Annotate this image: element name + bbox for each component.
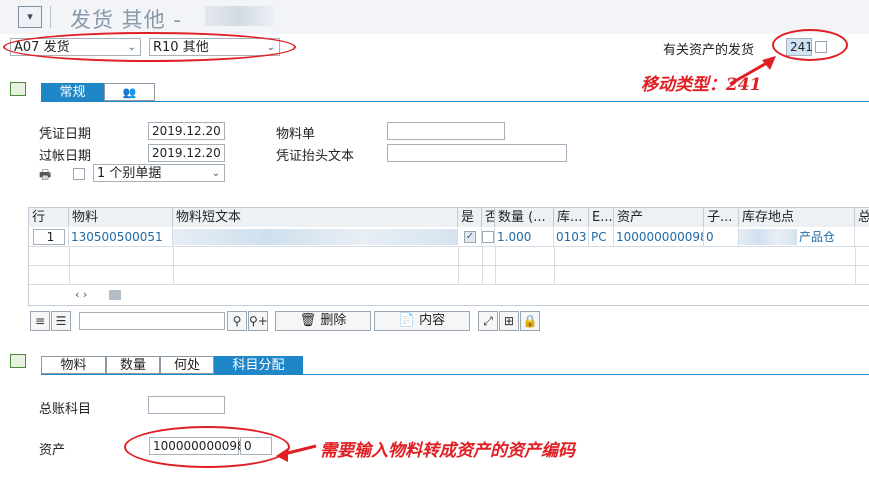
tab-general[interactable]: 常规 xyxy=(41,83,104,101)
tab-partners[interactable]: 👥 xyxy=(104,83,155,101)
hierarchy-icon[interactable]: ⊞ xyxy=(499,311,519,331)
line-number-field[interactable]: 1 xyxy=(33,229,65,245)
check-icon: ✓ xyxy=(464,231,476,243)
plant-cell[interactable]: 0103 xyxy=(554,228,589,246)
deselect-all-icon[interactable]: ☰ xyxy=(51,311,71,331)
annotation-ellipse-header xyxy=(3,32,296,62)
gl-account-label: 总账科目 xyxy=(39,402,92,417)
menu-icon[interactable]: ▾ xyxy=(18,6,42,28)
content-button-label: 内容 xyxy=(419,313,446,328)
tab-material[interactable]: 物料 xyxy=(41,356,106,374)
printer-icon[interactable]: 🖶 xyxy=(39,166,51,188)
print-version-value: 1 个别单据 xyxy=(97,166,162,181)
doc-date-field[interactable]: 2019.12.20 xyxy=(148,122,225,140)
scroll-thumb[interactable] xyxy=(109,290,121,300)
no-cell[interactable] xyxy=(482,228,495,246)
col-header-total[interactable]: 总 xyxy=(855,208,869,227)
storage-cell[interactable]: 产品仓 xyxy=(797,228,855,246)
material-slip-field[interactable] xyxy=(387,122,505,140)
material-cell[interactable]: 130500500051 xyxy=(69,228,173,246)
col-header-line[interactable]: 行 xyxy=(29,208,69,227)
delete-button-label: 删除 xyxy=(320,313,347,328)
col-divider xyxy=(69,246,70,285)
row-divider xyxy=(29,246,869,247)
find-next-icon[interactable]: ⚲+ xyxy=(248,311,268,331)
doc-date-label: 凭证日期 xyxy=(39,127,92,142)
title-blurred-text xyxy=(205,6,275,26)
expand-section-icon[interactable] xyxy=(10,82,26,96)
storage-blurred xyxy=(739,229,797,245)
col-header-plant[interactable]: 库... xyxy=(554,208,589,227)
gl-account-field[interactable] xyxy=(148,396,225,414)
table-search-field[interactable] xyxy=(79,312,225,330)
detail-tab-underline xyxy=(41,374,869,375)
items-table: 行 物料 物料短文本 是 否 数量 (... 库... E... 资产 子...… xyxy=(28,207,869,306)
col-divider xyxy=(554,246,555,285)
row-divider xyxy=(29,284,869,285)
annotation-movement-type: 移动类型：241 xyxy=(641,75,762,95)
content-button[interactable]: 📄 内容 xyxy=(374,311,470,331)
material-slip-label: 物料单 xyxy=(276,127,316,142)
tab-where[interactable]: 何处 xyxy=(160,356,214,374)
col-header-unit[interactable]: E... xyxy=(589,208,614,227)
lock-icon[interactable]: 🔒 xyxy=(520,311,540,331)
col-divider xyxy=(855,246,856,285)
post-date-field[interactable]: 2019.12.20 xyxy=(148,144,225,162)
horizontal-scroll-arrows[interactable]: ‹ › xyxy=(75,288,87,301)
tab-quantity[interactable]: 数量 xyxy=(106,356,160,374)
col-header-quantity[interactable]: 数量 (... xyxy=(495,208,554,227)
asset-cell[interactable]: 100000000098 xyxy=(614,228,704,246)
select-all-icon[interactable]: ≡ xyxy=(30,311,50,331)
toolbar-separator xyxy=(50,6,51,28)
col-header-yes[interactable]: 是 xyxy=(458,208,482,227)
page-title: 发货 其他 - xyxy=(70,8,182,32)
annotation-asset-note: 需要输入物料转成资产的资产编码 xyxy=(320,441,575,461)
expand-detail-icon[interactable] xyxy=(10,354,26,368)
short-text-cell-blurred xyxy=(173,229,458,245)
delete-button[interactable]: 🗑 删除 xyxy=(275,311,371,331)
tab-underline xyxy=(41,101,869,102)
tab-account-assignment[interactable]: 科目分配 xyxy=(214,356,303,374)
people-icon: 👥 xyxy=(122,86,137,99)
col-divider xyxy=(495,246,496,285)
chevron-down-icon: ⌄ xyxy=(211,168,220,179)
col-header-short-text[interactable]: 物料短文本 xyxy=(173,208,458,227)
col-divider xyxy=(482,246,483,285)
col-divider xyxy=(173,246,174,285)
subnumber-cell[interactable]: 0 xyxy=(704,228,739,246)
no-checkbox[interactable] xyxy=(482,231,494,243)
col-header-material[interactable]: 物料 xyxy=(69,208,173,227)
annotation-ellipse-asset xyxy=(124,426,290,468)
header-text-label: 凭证抬头文本 xyxy=(276,149,355,164)
quantity-cell[interactable]: 1.000 xyxy=(495,228,554,246)
header-text-field[interactable] xyxy=(387,144,567,162)
fullscreen-icon[interactable]: ⤢ xyxy=(478,311,498,331)
row-divider xyxy=(29,265,869,266)
binoculars-icon[interactable]: ⚲ xyxy=(227,311,247,331)
post-date-label: 过帐日期 xyxy=(39,149,92,164)
table-row[interactable]: 1 xyxy=(29,228,69,246)
col-header-asset[interactable]: 资产 xyxy=(614,208,704,227)
col-divider xyxy=(458,246,459,285)
print-version-select[interactable]: 1 个别单据 ⌄ xyxy=(93,164,225,182)
asset-label: 资产 xyxy=(39,443,66,458)
unit-cell[interactable]: PC xyxy=(589,228,614,246)
print-checkbox[interactable] xyxy=(73,168,85,180)
annotation-arrow-asset xyxy=(276,444,317,462)
col-header-subnumber[interactable]: 子... xyxy=(704,208,739,227)
col-header-storage[interactable]: 库存地点 xyxy=(739,208,855,227)
trash-icon: 🗑 xyxy=(299,313,317,328)
content-icon: 📄 xyxy=(398,313,416,328)
yes-cell[interactable]: ✓ xyxy=(458,228,482,246)
col-header-no[interactable]: 否 xyxy=(482,208,495,227)
